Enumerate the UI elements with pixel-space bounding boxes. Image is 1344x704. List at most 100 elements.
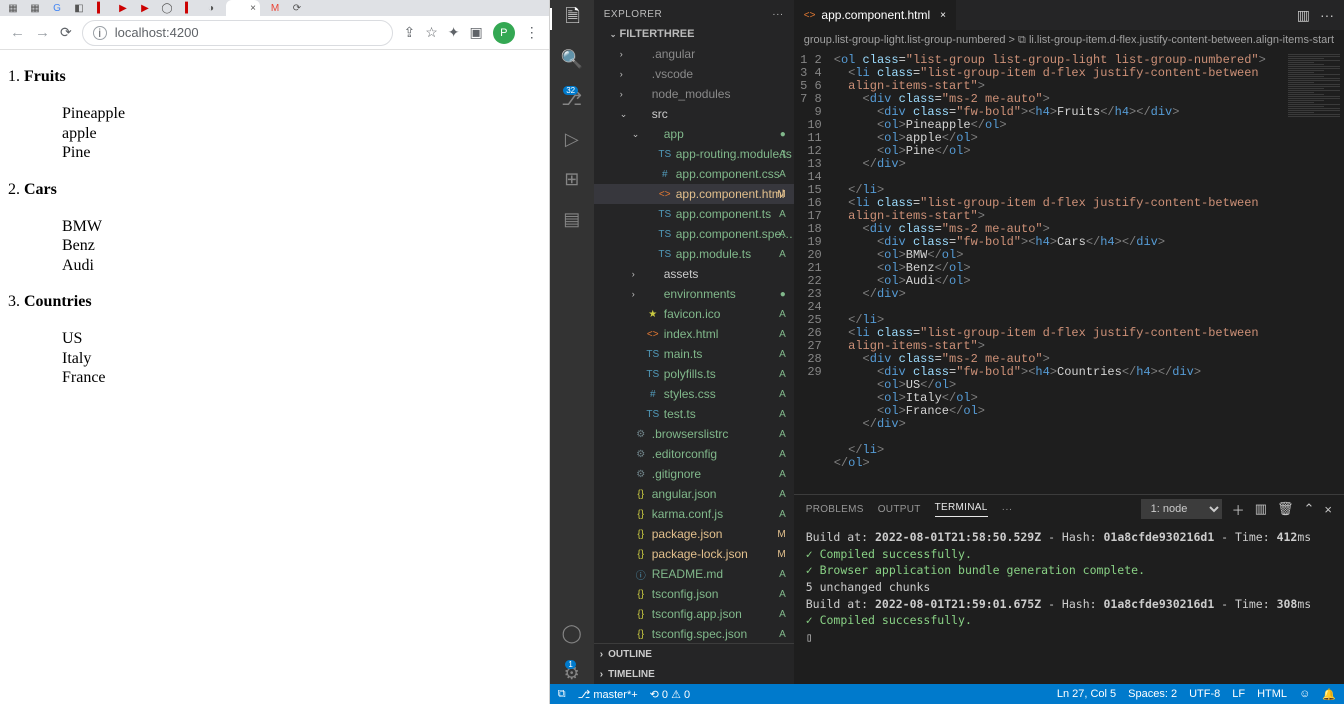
list-item: apple xyxy=(62,124,543,144)
folder-row[interactable]: ⌄app● xyxy=(594,124,794,144)
scm-icon[interactable]: ⎇32 xyxy=(561,88,582,110)
status-problems[interactable]: ⟲ 0 ⚠ 0 xyxy=(650,688,690,701)
panel-tab-problems[interactable]: PROBLEMS xyxy=(806,504,864,515)
tab-icon[interactable]: ▶ xyxy=(138,2,152,14)
tab-icon[interactable]: G xyxy=(50,2,64,14)
file-row[interactable]: <>app.component.htmlM xyxy=(594,184,794,204)
minimap[interactable] xyxy=(1284,50,1344,494)
list-section: FruitsPineappleapplePine xyxy=(24,68,543,163)
folder-row[interactable]: ›environments● xyxy=(594,284,794,304)
forward-icon[interactable]: → xyxy=(35,24,50,41)
file-row[interactable]: ★favicon.icoA xyxy=(594,304,794,324)
status-encoding[interactable]: UTF-8 xyxy=(1189,688,1220,701)
sidepanel-icon[interactable]: ▣ xyxy=(470,24,483,41)
tab-icon[interactable]: ◧ xyxy=(72,2,86,14)
file-row[interactable]: {}package.jsonM xyxy=(594,524,794,544)
accounts-icon[interactable]: ◯ xyxy=(562,622,582,644)
tab-icon[interactable]: ◯ xyxy=(160,2,174,14)
status-remote[interactable]: ⧉ xyxy=(558,688,566,701)
sidebar-more-icon[interactable]: ··· xyxy=(772,9,784,20)
file-row[interactable]: {}karma.conf.jsA xyxy=(594,504,794,524)
folder-row[interactable]: ⌄src xyxy=(594,104,794,124)
status-feedback-icon[interactable]: ☺ xyxy=(1299,688,1310,701)
debug-icon[interactable]: ▷ xyxy=(565,128,579,150)
status-language[interactable]: HTML xyxy=(1257,688,1287,701)
file-row[interactable]: {}tsconfig.jsonA xyxy=(594,584,794,604)
editor-tab-active[interactable]: <> app.component.html × xyxy=(794,0,957,30)
bookmark-icon[interactable]: ☆ xyxy=(425,24,438,41)
activity-bar: 🗎 🔍 ⎇32 ▷ ⊞ ▤ ◯ ⚙1 xyxy=(550,0,594,684)
tab-icon[interactable]: ▍ xyxy=(94,2,108,14)
file-row[interactable]: <>index.htmlA xyxy=(594,324,794,344)
share-icon[interactable]: ⇪ xyxy=(403,24,415,41)
file-row[interactable]: TSpolyfills.tsA xyxy=(594,364,794,384)
site-info-icon[interactable]: i xyxy=(93,26,107,40)
file-row[interactable]: TSapp-routing.module.tsA xyxy=(594,144,794,164)
tab-icon[interactable]: M xyxy=(268,2,282,14)
timeline-section[interactable]: ›TIMELINE xyxy=(594,664,794,684)
tab-icon[interactable]: ⟳ xyxy=(290,2,304,14)
panel-close-icon[interactable]: × xyxy=(1324,502,1332,517)
browser-toolbar: ← → ⟳ i localhost:4200 ⇪ ☆ ✦ ▣ P ⋮ xyxy=(0,16,549,50)
terminal-output[interactable]: Build at: 2022-08-01T21:58:50.529Z - Has… xyxy=(794,523,1344,684)
tab-icon[interactable]: ▶ xyxy=(116,2,130,14)
file-row[interactable]: TSapp.module.tsA xyxy=(594,244,794,264)
tab-icon[interactable]: ▦ xyxy=(6,2,20,14)
file-row[interactable]: TSapp.component.tsA xyxy=(594,204,794,224)
panel-tab-terminal[interactable]: TERMINAL xyxy=(935,502,988,517)
folder-row[interactable]: ›assets xyxy=(594,264,794,284)
file-row[interactable]: ⚙.browserslistrcA xyxy=(594,424,794,444)
file-row[interactable]: ⚙.gitignoreA xyxy=(594,464,794,484)
list-item: Pineapple xyxy=(62,104,543,124)
outline-section[interactable]: ›OUTLINE xyxy=(594,644,794,664)
reload-icon[interactable]: ⟳ xyxy=(60,24,72,41)
file-row[interactable]: ⓘREADME.mdA xyxy=(594,564,794,584)
file-row[interactable]: #styles.cssA xyxy=(594,384,794,404)
split-terminal-icon[interactable]: ▥ xyxy=(1255,501,1267,517)
explorer-icon[interactable]: 🗎 xyxy=(550,8,594,30)
editor-more-icon[interactable]: ··· xyxy=(1320,7,1334,23)
kill-terminal-icon[interactable]: 🗑 xyxy=(1277,501,1294,517)
file-row[interactable]: {}angular.jsonA xyxy=(594,484,794,504)
folder-row[interactable]: ›.vscode xyxy=(594,64,794,84)
file-row[interactable]: {}tsconfig.app.jsonA xyxy=(594,604,794,624)
menu-icon[interactable]: ⋮ xyxy=(525,24,539,41)
split-editor-icon[interactable]: ▥ xyxy=(1297,7,1310,24)
file-row[interactable]: {}package-lock.jsonM xyxy=(594,544,794,564)
file-row[interactable]: TSapp.component.spec.tsA xyxy=(594,224,794,244)
tab-close-icon[interactable]: × xyxy=(940,10,946,21)
code-editor[interactable]: 1 2 3 4 5 6 7 8 9 10 11 12 13 14 15 16 1… xyxy=(794,50,1344,494)
panel-maximize-icon[interactable]: ⌃ xyxy=(1304,501,1315,517)
section-heading: Fruits xyxy=(24,68,66,85)
status-bell-icon[interactable]: 🔔 xyxy=(1322,688,1336,701)
remote-icon[interactable]: ▤ xyxy=(563,208,580,230)
file-row[interactable]: TSmain.tsA xyxy=(594,344,794,364)
settings-icon[interactable]: ⚙1 xyxy=(564,662,580,684)
folder-row[interactable]: ›node_modules xyxy=(594,84,794,104)
extensions-icon[interactable]: ⊞ xyxy=(564,168,579,190)
address-bar[interactable]: i localhost:4200 xyxy=(82,20,394,46)
file-tree[interactable]: ›.angular›.vscode›node_modules⌄src⌄app●T… xyxy=(594,44,794,643)
file-row[interactable]: TStest.tsA xyxy=(594,404,794,424)
folder-row[interactable]: ›.angular xyxy=(594,44,794,64)
file-row[interactable]: ⚙.editorconfigA xyxy=(594,444,794,464)
status-eol[interactable]: LF xyxy=(1232,688,1245,701)
status-cursor[interactable]: Ln 27, Col 5 xyxy=(1057,688,1116,701)
back-icon[interactable]: ← xyxy=(10,24,25,41)
tab-icon[interactable]: ◑ xyxy=(204,2,218,14)
tab-icon[interactable]: ▦ xyxy=(28,2,42,14)
status-spaces[interactable]: Spaces: 2 xyxy=(1128,688,1177,701)
status-branch[interactable]: ⎇ master*+ xyxy=(578,688,638,701)
profile-avatar[interactable]: P xyxy=(493,22,515,44)
search-icon[interactable]: 🔍 xyxy=(561,48,583,70)
file-row[interactable]: {}tsconfig.spec.jsonA xyxy=(594,624,794,643)
new-terminal-icon[interactable]: ＋ xyxy=(1232,500,1245,519)
file-row[interactable]: #app.component.cssA xyxy=(594,164,794,184)
tab-active[interactable]: × xyxy=(226,0,260,16)
extensions-icon[interactable]: ✦ xyxy=(448,24,460,41)
terminal-shell-select[interactable]: 1: node xyxy=(1141,499,1222,519)
panel-tab-more[interactable]: ··· xyxy=(1002,504,1013,515)
breadcrumb[interactable]: group.list-group-light.list-group-number… xyxy=(794,30,1344,50)
panel-tab-output[interactable]: OUTPUT xyxy=(878,504,921,515)
tab-icon[interactable]: ▍ xyxy=(182,2,196,14)
